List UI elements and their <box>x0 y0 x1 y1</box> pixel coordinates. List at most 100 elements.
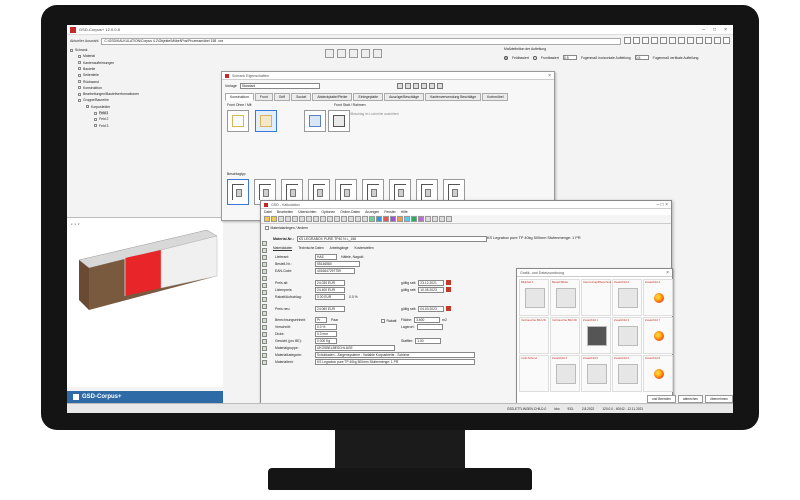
menu-item[interactable]: Bearbeiten <box>277 210 293 214</box>
save-icon[interactable] <box>642 37 649 44</box>
tree-node[interactable]: Feld 2 <box>94 117 108 121</box>
image-cell[interactable]: Zusatzbild 4 <box>550 355 580 392</box>
toolbar-button-icon[interactable] <box>285 216 291 222</box>
toolbar-button-icon[interactable] <box>383 216 389 222</box>
toolbar-button-icon[interactable] <box>404 216 410 222</box>
subtab-0[interactable]: Materialdaten <box>273 246 293 251</box>
side-tool-icon[interactable] <box>262 339 267 344</box>
close-icon[interactable]: × <box>548 73 554 79</box>
copy-icon[interactable] <box>660 37 667 44</box>
toolbar-button-icon[interactable] <box>292 216 298 222</box>
subtab-1[interactable]: Technische Daten <box>298 246 323 251</box>
side-tool-icon[interactable] <box>262 332 267 337</box>
side-tool-icon[interactable] <box>262 276 267 281</box>
toolbar-button-icon[interactable] <box>278 216 284 222</box>
tab-2[interactable]: Griff <box>273 93 291 101</box>
side-tool-icon[interactable] <box>262 290 267 295</box>
toolbar-button-icon[interactable] <box>327 216 333 222</box>
close-icon[interactable]: × <box>666 270 672 276</box>
tab-6[interactable]: Auszüge/Beschläge <box>384 93 425 101</box>
side-tool-icon[interactable] <box>262 318 267 323</box>
menu-item[interactable]: Online-Daten <box>340 210 360 214</box>
field-input[interactable]: 1.00 <box>415 338 442 344</box>
toolbar-button-icon[interactable] <box>271 216 277 222</box>
toolbar-button-icon[interactable] <box>306 216 312 222</box>
frontbasiert-radio[interactable] <box>532 55 537 60</box>
side-tool-icon[interactable] <box>262 325 267 330</box>
tab-7[interactable]: Kantenverwendung Beschläge <box>425 93 482 101</box>
feldbasiert-radio[interactable] <box>504 55 508 60</box>
side-tool-icon[interactable] <box>262 353 267 358</box>
save-as-icon[interactable] <box>405 83 411 89</box>
field-input[interactable]: 0.0 mm <box>315 331 337 337</box>
copy-icon[interactable] <box>421 83 427 89</box>
field-input[interactable]: 24.060 EUR <box>315 306 345 312</box>
front-rahmen-thumb[interactable] <box>328 110 350 132</box>
field-input[interactable] <box>416 324 443 330</box>
image-cell[interactable]: Bildpfad 1 <box>519 279 549 316</box>
menu-item[interactable]: Datei <box>264 210 272 214</box>
side-tool-icon[interactable] <box>262 262 267 267</box>
tree-node[interactable]: Rückwand <box>78 80 99 84</box>
exit-icon[interactable] <box>723 37 730 44</box>
delete-icon[interactable] <box>413 83 419 89</box>
paste-icon[interactable] <box>669 37 676 44</box>
field-input[interactable]: 0.0 % <box>315 324 337 330</box>
tree-node[interactable]: Feld 3 <box>94 124 108 128</box>
field-input[interactable]: 3.600 <box>414 317 441 323</box>
side-tool-icon[interactable] <box>262 346 267 351</box>
image-cell[interactable]: Verbrauchte Bild 2D <box>519 317 549 354</box>
front-statt-thumb[interactable] <box>304 110 326 132</box>
toolbar-button-icon[interactable] <box>369 216 375 222</box>
tab-5[interactable]: Einlegeplatte <box>353 93 384 101</box>
tree-node[interactable]: Bauteile <box>78 67 95 71</box>
side-tool-icon[interactable] <box>262 241 267 246</box>
undo-icon[interactable] <box>678 37 685 44</box>
menu-item[interactable]: Anzeigen <box>365 210 379 214</box>
toolbar-button-icon[interactable] <box>425 216 431 222</box>
front-ohne-thumb[interactable] <box>227 110 249 132</box>
calendar-icon[interactable] <box>446 280 452 286</box>
path-field[interactable]: C:\GSD\KALKULATION\Corpus 4.2\Objekte\Mö… <box>101 37 622 45</box>
toolbar-button-icon[interactable] <box>320 216 326 222</box>
tree-node[interactable]: Schrank <box>70 48 87 52</box>
fugen-h-field[interactable]: 0.5 <box>562 55 577 60</box>
field-input[interactable]: 0.000 Kg <box>315 338 337 344</box>
field-input[interactable]: 23.12.2021 <box>418 280 445 286</box>
redo-icon[interactable] <box>687 37 694 44</box>
toolbar-button-icon[interactable] <box>264 216 270 222</box>
tree-node[interactable]: Material <box>78 54 95 58</box>
image-cell[interactable]: Zusatzbild 8 <box>643 355 673 392</box>
side-tool-icon[interactable] <box>262 248 267 253</box>
toolbar-button-icon[interactable] <box>418 216 424 222</box>
subtab-3[interactable]: Kostenstellen <box>354 246 373 251</box>
print-icon[interactable] <box>651 37 658 44</box>
close-icon[interactable]: – □ × <box>657 202 672 208</box>
front-mit-thumb[interactable] <box>255 110 277 132</box>
maximize-icon[interactable]: □ <box>713 27 716 33</box>
tab-1[interactable]: Front <box>254 93 273 101</box>
toolbar-button-icon[interactable] <box>348 216 354 222</box>
rabatt-checkbox[interactable] <box>381 319 385 323</box>
beschlag-option[interactable] <box>227 179 249 205</box>
zoom-icon[interactable] <box>373 49 382 58</box>
field-input[interactable]: KS Legrabox pure TP 40kg 500mm Stufenmen… <box>315 359 475 365</box>
fugen-v-field[interactable]: 0.5 <box>634 55 649 60</box>
field-input[interactable]: HAE <box>315 254 337 260</box>
3d-viewport[interactable]: xyz <box>67 217 223 387</box>
image-cell[interactable]: Zusatzbild 5 <box>581 355 611 392</box>
calendar-icon[interactable] <box>446 306 452 312</box>
image-cell[interactable]: Zusatzbild 6 <box>612 355 642 392</box>
minimize-icon[interactable]: – <box>702 27 705 33</box>
tab-4[interactable]: Abdeckplatte/Pfeiler <box>312 93 353 101</box>
field-input[interactable]: 24.400 EUR <box>315 287 345 293</box>
toolbar-button-icon[interactable] <box>446 216 452 222</box>
image-cell[interactable]: Zusatzbild 4 <box>643 279 673 316</box>
bottom-button[interactable]: übernehmen <box>705 395 733 403</box>
toolbar-button-icon[interactable] <box>397 216 403 222</box>
settings-icon[interactable] <box>696 37 703 44</box>
field-input[interactable]: 55146580 <box>315 261 360 267</box>
tree-node[interactable]: Gruppe/Baureihe <box>78 98 109 102</box>
print-icon[interactable] <box>429 83 435 89</box>
view-top-icon[interactable] <box>361 49 370 58</box>
